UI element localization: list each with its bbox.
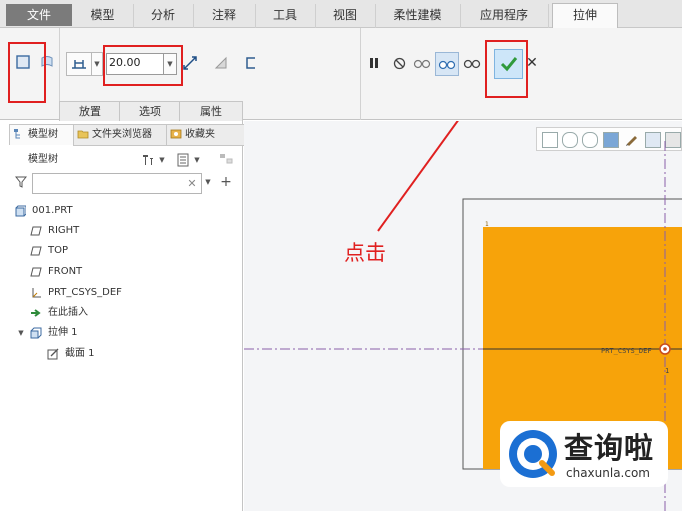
ribbon-tab-bar: 文件 模型 分析 注释 工具 视图 柔性建模 应用程序 拉伸: [0, 0, 682, 29]
tab-folder-browser-label: 文件夹浏览器: [92, 129, 152, 140]
click-annotation-text: 点击: [344, 241, 386, 265]
model-tree-icon: [13, 128, 25, 140]
clear-search-icon[interactable]: ✕: [186, 176, 198, 190]
verify-preview-icon[interactable]: [435, 52, 459, 76]
tab-flexible-modeling[interactable]: 柔性建模: [375, 4, 461, 28]
add-icon[interactable]: +: [219, 174, 233, 190]
highlight-depth-box: [103, 45, 183, 86]
datum-plane-icon: [30, 225, 42, 237]
show-icon[interactable]: [175, 152, 191, 168]
tab-favorites[interactable]: 收藏夹: [166, 124, 248, 146]
tree-item-part[interactable]: 001.PRT: [14, 202, 73, 220]
tree-item-right-plane[interactable]: RIGHT: [30, 222, 79, 240]
glasses-icon[interactable]: [462, 54, 482, 72]
navigator-panel: 模型树 文件夹浏览器 收藏夹 模型树 ▼ ▼ ✕ ▼ + 001.PRT RIG…: [0, 121, 248, 511]
chevron-down-icon[interactable]: ▼: [158, 155, 166, 165]
tree-item-label: TOP: [48, 245, 69, 256]
tab-favorites-label: 收藏夹: [185, 129, 215, 140]
watermark-logo-icon: [509, 430, 557, 478]
model-tree-title: 模型树: [28, 154, 58, 165]
tab-view[interactable]: 视图: [315, 4, 376, 28]
depth-type-icon[interactable]: [66, 52, 92, 76]
favorites-icon: [170, 128, 182, 140]
tree-item-label: 拉伸 1: [48, 327, 78, 338]
divider: [360, 28, 361, 120]
tree-item-label: 在此插入: [48, 307, 88, 318]
highlight-ok-box: [485, 40, 528, 98]
cancel-close-icon[interactable]: ✕: [525, 55, 539, 71]
tree-item-label: PRT_CSYS_DEF: [48, 287, 122, 298]
chevron-down-icon[interactable]: ▼: [91, 52, 103, 76]
highlight-solid-box: [8, 42, 46, 103]
subtab-properties[interactable]: 属性: [179, 101, 243, 123]
tab-model-tree-label: 模型树: [28, 129, 58, 140]
tab-model[interactable]: 模型: [72, 4, 134, 28]
flip-direction-icon[interactable]: [181, 54, 199, 72]
tree-search-input[interactable]: [32, 173, 202, 194]
insert-arrow-icon: [30, 307, 42, 319]
thicken-sketch-icon[interactable]: [242, 54, 260, 72]
datum-plane-icon: [30, 245, 42, 257]
tree-item-label: 001.PRT: [32, 205, 73, 216]
annotation-arrow-line: [377, 121, 459, 232]
subtab-placement[interactable]: 放置: [59, 101, 121, 123]
tree-item-label: RIGHT: [48, 225, 80, 236]
tab-applications[interactable]: 应用程序: [460, 4, 549, 28]
expand-arrow-icon[interactable]: ▼: [16, 328, 26, 338]
tree-settings-icon[interactable]: [140, 152, 156, 168]
coordinate-system-icon: [30, 287, 42, 299]
pause-icon[interactable]: [366, 55, 382, 71]
tree-item-label: FRONT: [48, 266, 83, 277]
extrude-feature-icon: [30, 327, 42, 339]
tab-tools[interactable]: 工具: [255, 4, 316, 28]
tree-item-extrude[interactable]: 拉伸 1: [30, 324, 78, 342]
tree-item-top-plane[interactable]: TOP: [30, 242, 68, 260]
tree-item-label: 截面 1: [65, 348, 95, 359]
tab-file[interactable]: 文件: [6, 4, 72, 26]
watermark-url: chaxunla.com: [566, 466, 650, 480]
filter-icon[interactable]: [14, 175, 28, 189]
glasses-mesh-icon[interactable]: [413, 54, 431, 72]
remove-material-icon[interactable]: [212, 54, 230, 72]
tab-analysis[interactable]: 分析: [133, 4, 194, 28]
tree-item-section[interactable]: 截面 1: [47, 345, 95, 363]
folder-icon: [77, 128, 89, 140]
part-icon: [14, 205, 27, 217]
tree-columns-icon[interactable]: [218, 152, 234, 168]
datum-plane-icon: [30, 266, 42, 278]
tab-annotate[interactable]: 注释: [193, 4, 256, 28]
chevron-down-icon[interactable]: ▼: [193, 155, 201, 165]
no-preview-icon[interactable]: [391, 55, 407, 71]
tree-item-insert-here[interactable]: 在此插入: [30, 304, 88, 322]
tab-extrude[interactable]: 拉伸: [552, 3, 618, 29]
graphics-window[interactable]: PRT_CSYS_DEF 1 1 点击 查询啦 chaxunla.com: [244, 121, 682, 511]
extrude-dashboard: ▼ 20.00 ▼ 放置 选项 属性 ✕: [0, 28, 682, 123]
watermark-title: 查询啦: [564, 431, 655, 465]
tree-item-csys[interactable]: PRT_CSYS_DEF: [30, 284, 122, 302]
watermark-badge: 查询啦 chaxunla.com: [500, 421, 668, 487]
subtab-options[interactable]: 选项: [119, 101, 181, 123]
chevron-down-icon[interactable]: ▼: [204, 177, 212, 187]
tree-item-front-plane[interactable]: FRONT: [30, 263, 82, 281]
sketch-section-icon: [47, 348, 59, 360]
